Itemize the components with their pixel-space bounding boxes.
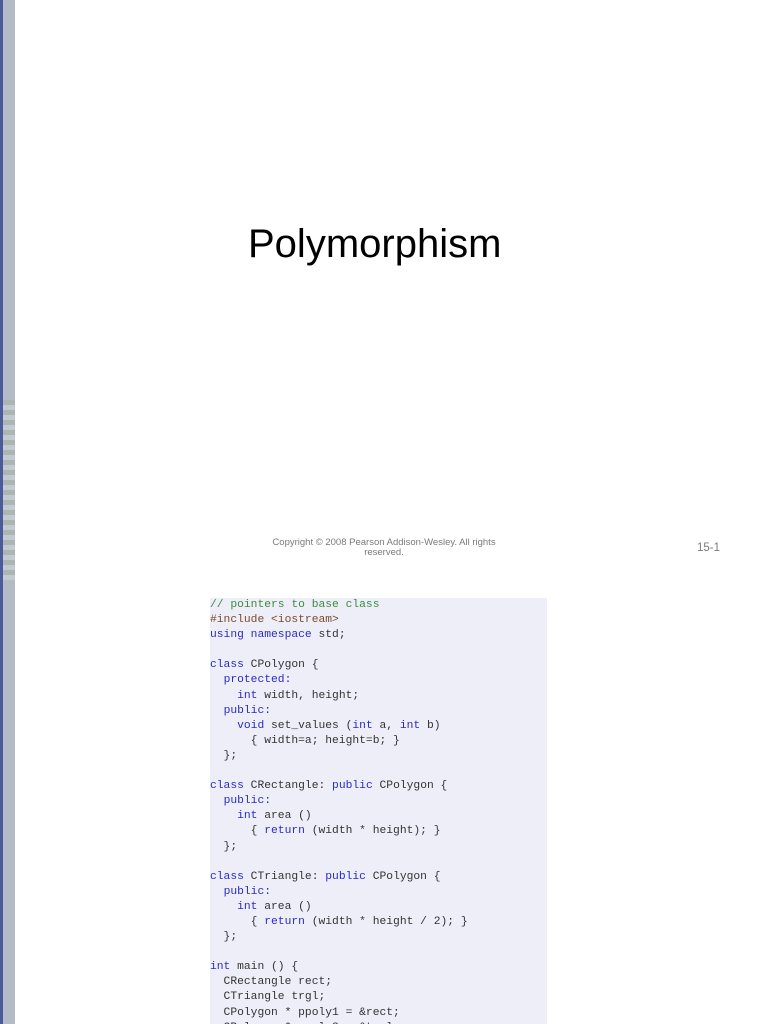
code-line: CPolygon * ppoly1 = &rect; [210,1006,547,1021]
code-line: int area () [210,900,547,915]
code-token: { [210,825,265,838]
code-token: class [210,870,244,883]
code-line: protected: [210,673,547,688]
code-line: }; [210,930,547,945]
code-token: set_values ( [264,719,353,732]
code-text: // pointers to base class #include <iostr… [210,598,547,1024]
code-token: }; [210,840,238,853]
code-token: class [210,780,244,793]
code-token: CPolygon { [365,870,441,883]
code-token: b) [420,719,441,732]
code-token: protected: [223,674,292,687]
code-line: { return (width * height); } [210,824,547,839]
code-line: void set_values (int a, int b) [210,719,547,734]
code-line: CTriangle trgl; [210,990,547,1005]
slide-sidebar-bar [0,0,15,1024]
code-line: #include <iostream> [210,613,547,628]
code-line: { return (width * height / 2); } [210,915,547,930]
code-line: using namespace std; [210,628,547,643]
slide-title: Polymorphism [248,222,502,266]
code-token: int [352,719,373,732]
code-token: CPolygon { [243,659,319,672]
code-token: public [325,870,366,883]
code-line: class CPolygon { [210,658,547,673]
copyright-notice: Copyright © 2008 Pearson Addison-Wesley.… [272,537,496,558]
code-token: using namespace [210,629,312,642]
code-token: CPolygon * ppoly1 = &rect; [210,1006,400,1019]
sidebar-stripes [3,400,15,580]
code-token: int [237,900,258,913]
code-token: int [237,810,258,823]
code-token: public: [223,795,272,808]
code-token: main () { [230,961,299,974]
code-token: return [264,825,305,838]
code-line: CPolygon * ppoly2 = &trgl; [210,1021,547,1024]
code-block: // pointers to base class #include <iostr… [210,598,547,1024]
code-token: (width * height / 2); } [304,915,468,928]
code-line: }; [210,840,547,855]
code-token: { width=a; height=b; } [210,734,400,747]
code-line: }; [210,749,547,764]
code-token: area () [257,810,312,823]
code-token: a, [372,719,400,732]
code-token: CRectangle rect; [210,976,333,989]
code-line: CRectangle rect; [210,975,547,990]
code-line: // pointers to base class [210,598,547,613]
code-token: std; [311,629,346,642]
code-line: int main () { [210,960,547,975]
code-token: int [399,719,421,732]
code-token: width, height; [257,689,360,702]
code-token: class [210,659,244,672]
code-token: #include <iostream> [210,614,339,627]
code-token: CPolygon { [372,780,448,793]
code-line: class CTriangle: public CPolygon { [210,870,547,885]
code-token: void [237,719,265,732]
slide-number: 15-1 [697,542,721,554]
code-token: area () [257,900,312,913]
code-token: }; [210,749,238,762]
code-token: public [332,780,373,793]
code-token: int [237,689,258,702]
code-token: return [264,915,305,928]
code-line: int width, height; [210,689,547,704]
code-token: public: [223,885,272,898]
code-token: { [210,915,265,928]
code-line: class CRectangle: public CPolygon { [210,779,547,794]
code-token: CRectangle: [243,780,333,793]
code-token: (width * height); } [304,825,441,838]
code-line: { width=a; height=b; } [210,734,547,749]
code-line: public: [210,704,547,719]
code-token: // pointers to base class [210,599,380,611]
code-token: public: [223,704,272,717]
code-line: public: [210,885,547,900]
code-line: public: [210,794,547,809]
code-token: CTriangle trgl; [210,991,326,1004]
code-token: }; [210,931,238,944]
code-line: int area () [210,809,547,824]
code-token: int [210,961,231,974]
code-token: CTriangle: [243,870,326,883]
